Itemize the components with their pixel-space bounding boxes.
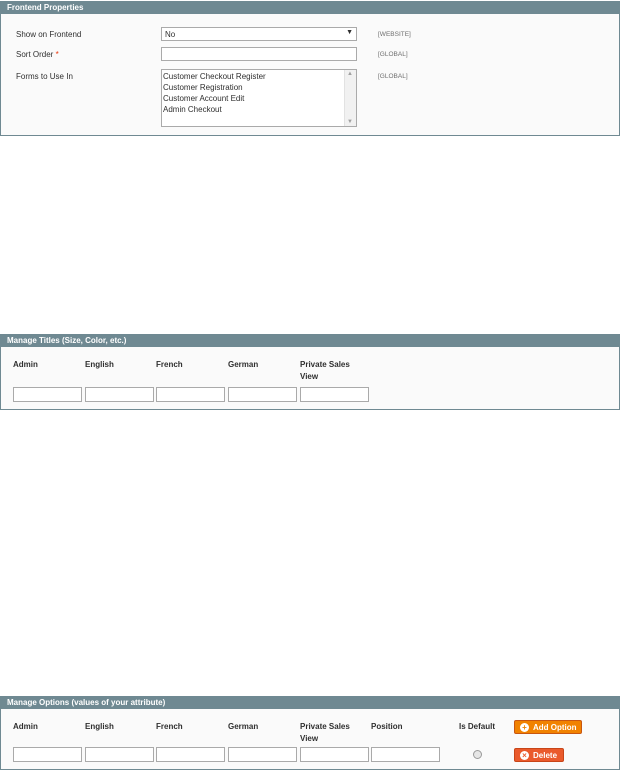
add-option-button[interactable]: + Add Option <box>514 720 582 734</box>
scroll-down-icon[interactable]: ▼ <box>347 119 353 125</box>
scroll-up-icon[interactable]: ▲ <box>347 71 353 77</box>
chevron-down-icon: ▼ <box>346 29 353 36</box>
column-header-is-default: Is Default <box>459 722 496 731</box>
column-header-position: Position <box>371 722 403 731</box>
title-input-french[interactable] <box>156 387 225 402</box>
column-header-french: French <box>156 360 183 369</box>
forms-to-use-in-label: Forms to Use In <box>16 72 73 81</box>
global-scope-label: [GLOBAL] <box>378 51 408 58</box>
column-header-admin: Admin <box>13 360 38 369</box>
title-input-english[interactable] <box>85 387 154 402</box>
column-header-admin: Admin <box>13 722 38 731</box>
manage-options-panel: Manage Options (values of your attribute… <box>0 696 620 770</box>
sort-order-label: Sort Order * <box>16 50 59 59</box>
title-input-german[interactable] <box>228 387 297 402</box>
add-option-label: Add Option <box>533 723 577 732</box>
column-header-german: German <box>228 722 259 731</box>
title-input-private-sales-view[interactable] <box>300 387 369 402</box>
frontend-properties-panel: Frontend Properties Show on Frontend No … <box>0 1 620 136</box>
form-option[interactable]: Customer Registration <box>163 82 266 93</box>
column-header-private-sales-view: Private Sales View <box>300 722 350 743</box>
panel-title: Manage Options (values of your attribute… <box>1 697 619 709</box>
option-input-english[interactable] <box>85 747 154 762</box>
form-option[interactable]: Customer Checkout Register <box>163 71 266 82</box>
show-on-frontend-select[interactable]: No ▼ <box>161 27 357 41</box>
plus-icon: + <box>520 723 529 732</box>
required-mark: * <box>55 50 59 59</box>
option-input-german[interactable] <box>228 747 297 762</box>
panel-title: Frontend Properties <box>1 2 619 14</box>
sort-order-label-text: Sort Order <box>16 50 54 59</box>
global-scope-label: [GLOBAL] <box>378 73 408 80</box>
option-input-position[interactable] <box>371 747 440 762</box>
delete-option-button[interactable]: × Delete <box>514 748 564 762</box>
column-header-english: English <box>85 722 114 731</box>
website-scope-label: [WEBSITE] <box>378 31 411 38</box>
column-header-german: German <box>228 360 259 369</box>
delete-icon: × <box>520 751 529 760</box>
option-input-admin[interactable] <box>13 747 82 762</box>
title-input-admin[interactable] <box>13 387 82 402</box>
forms-to-use-in-multiselect[interactable]: Customer Checkout Register Customer Regi… <box>161 69 357 127</box>
is-default-radio[interactable] <box>473 750 482 759</box>
form-option[interactable]: Admin Checkout <box>163 104 266 115</box>
column-header-french: French <box>156 722 183 731</box>
select-value: No <box>165 30 176 39</box>
scrollbar[interactable]: ▲ ▼ <box>344 70 356 126</box>
option-input-private-sales-view[interactable] <box>300 747 369 762</box>
sort-order-input[interactable] <box>161 47 357 61</box>
show-on-frontend-label: Show on Frontend <box>16 30 82 39</box>
column-header-english: English <box>85 360 114 369</box>
option-input-french[interactable] <box>156 747 225 762</box>
panel-title: Manage Titles (Size, Color, etc.) <box>1 335 619 347</box>
manage-titles-panel: Manage Titles (Size, Color, etc.) Admin … <box>0 334 620 410</box>
form-option[interactable]: Customer Account Edit <box>163 93 266 104</box>
column-header-private-sales-view: Private Sales View <box>300 360 350 381</box>
delete-label: Delete <box>533 751 558 760</box>
